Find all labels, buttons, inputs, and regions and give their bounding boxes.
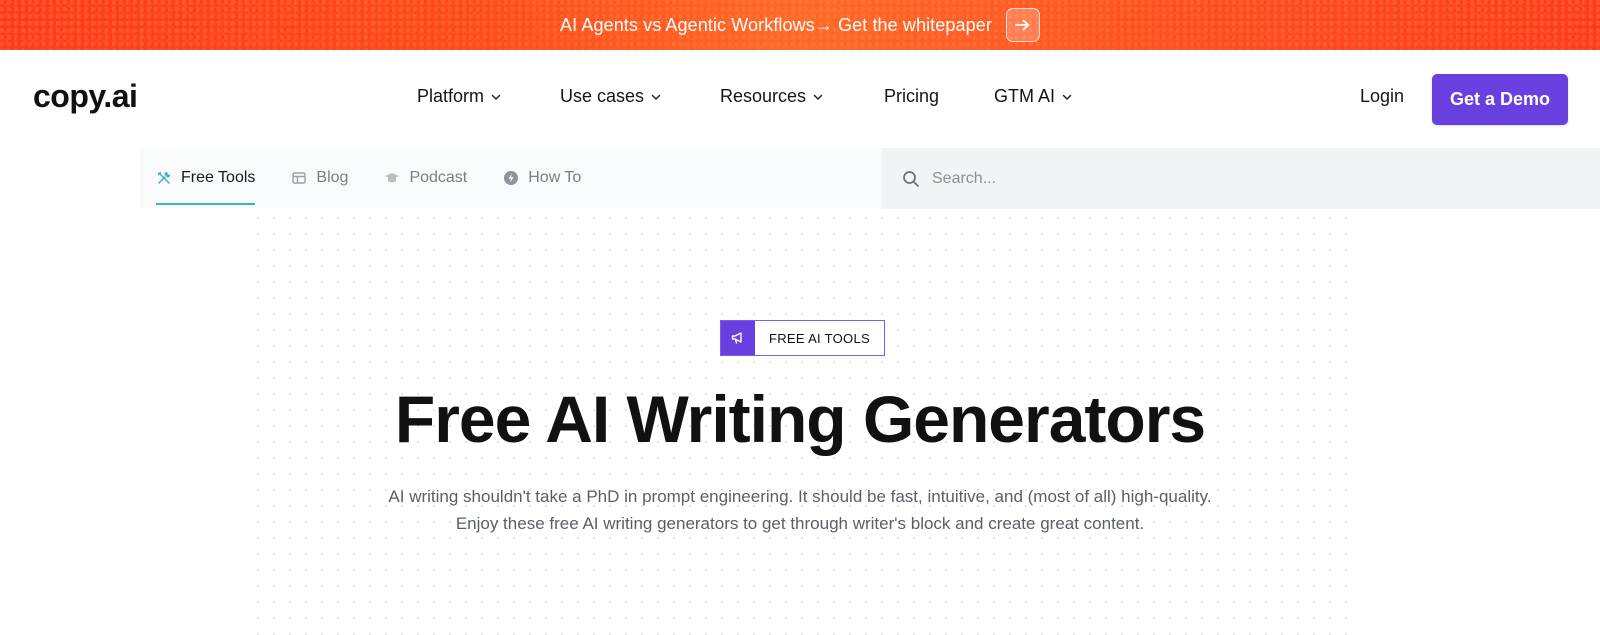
search-input[interactable] <box>932 169 1532 188</box>
tab-label: Blog <box>316 169 349 186</box>
podcast-icon <box>385 173 400 183</box>
chevron-down-icon <box>1062 94 1072 100</box>
megaphone-icon <box>721 321 755 355</box>
chevron-down-icon <box>651 94 661 100</box>
tab-blog[interactable]: Blog <box>291 148 348 208</box>
tab-label: Podcast <box>409 169 468 186</box>
chevron-down-icon <box>491 94 501 100</box>
tab-podcast[interactable]: Podcast <box>384 148 467 208</box>
nav-item-label: Resources <box>720 86 807 106</box>
nav-item-label: GTM AI <box>994 86 1056 106</box>
logo[interactable]: copy.ai <box>33 78 138 115</box>
nav-menu: Platform Use cases Resources Pricing GTM… <box>417 86 1104 107</box>
nav-item-pricing[interactable]: Pricing <box>884 86 994 107</box>
arrow-right-icon[interactable] <box>1005 8 1040 42</box>
search-bar <box>882 148 1600 209</box>
login-link[interactable]: Login <box>1360 86 1404 107</box>
nav-item-label: Use cases <box>560 86 645 106</box>
tab-how-to[interactable]: How To <box>503 148 581 208</box>
tab-label: Free Tools <box>181 169 256 186</box>
get-a-demo-button[interactable]: Get a Demo <box>1432 74 1568 125</box>
chevron-down-icon <box>813 94 823 100</box>
nav-item-platform[interactable]: Platform <box>417 86 560 107</box>
sub-navigation: Free Tools Blog Podcast How To <box>140 148 882 208</box>
hero-subtitle-line-2: Enjoy these free AI writing generators t… <box>455 514 1145 533</box>
blog-icon <box>292 172 307 184</box>
badge-label: FREE AI TOOLS <box>769 330 870 346</box>
nav-item-resources[interactable]: Resources <box>720 86 884 107</box>
tab-label: How To <box>528 169 582 186</box>
main-navigation: copy.ai Platform Use cases Resources Pri… <box>0 50 1600 148</box>
nav-item-gtm-ai[interactable]: GTM AI <box>994 86 1104 107</box>
promo-banner[interactable]: AI Agents vs Agentic Workflows→ Get the … <box>0 0 1600 50</box>
page-title: Free AI Writing Generators <box>394 382 1206 456</box>
promo-text[interactable]: AI Agents vs Agentic Workflows→ Get the … <box>560 15 992 36</box>
free-ai-tools-badge: FREE AI TOOLS <box>720 320 885 356</box>
nav-item-use-cases[interactable]: Use cases <box>560 86 720 107</box>
hero-subtitle: AI writing shouldn't take a PhD in promp… <box>0 483 1600 537</box>
tab-free-tools[interactable]: Free Tools <box>156 148 256 208</box>
tools-icon <box>157 171 171 184</box>
how-to-icon <box>504 171 519 185</box>
search-icon <box>903 170 919 187</box>
hero-subtitle-line-1: AI writing shouldn't take a PhD in promp… <box>388 487 1212 506</box>
nav-item-label: Platform <box>417 86 485 106</box>
nav-item-label: Pricing <box>884 86 940 106</box>
